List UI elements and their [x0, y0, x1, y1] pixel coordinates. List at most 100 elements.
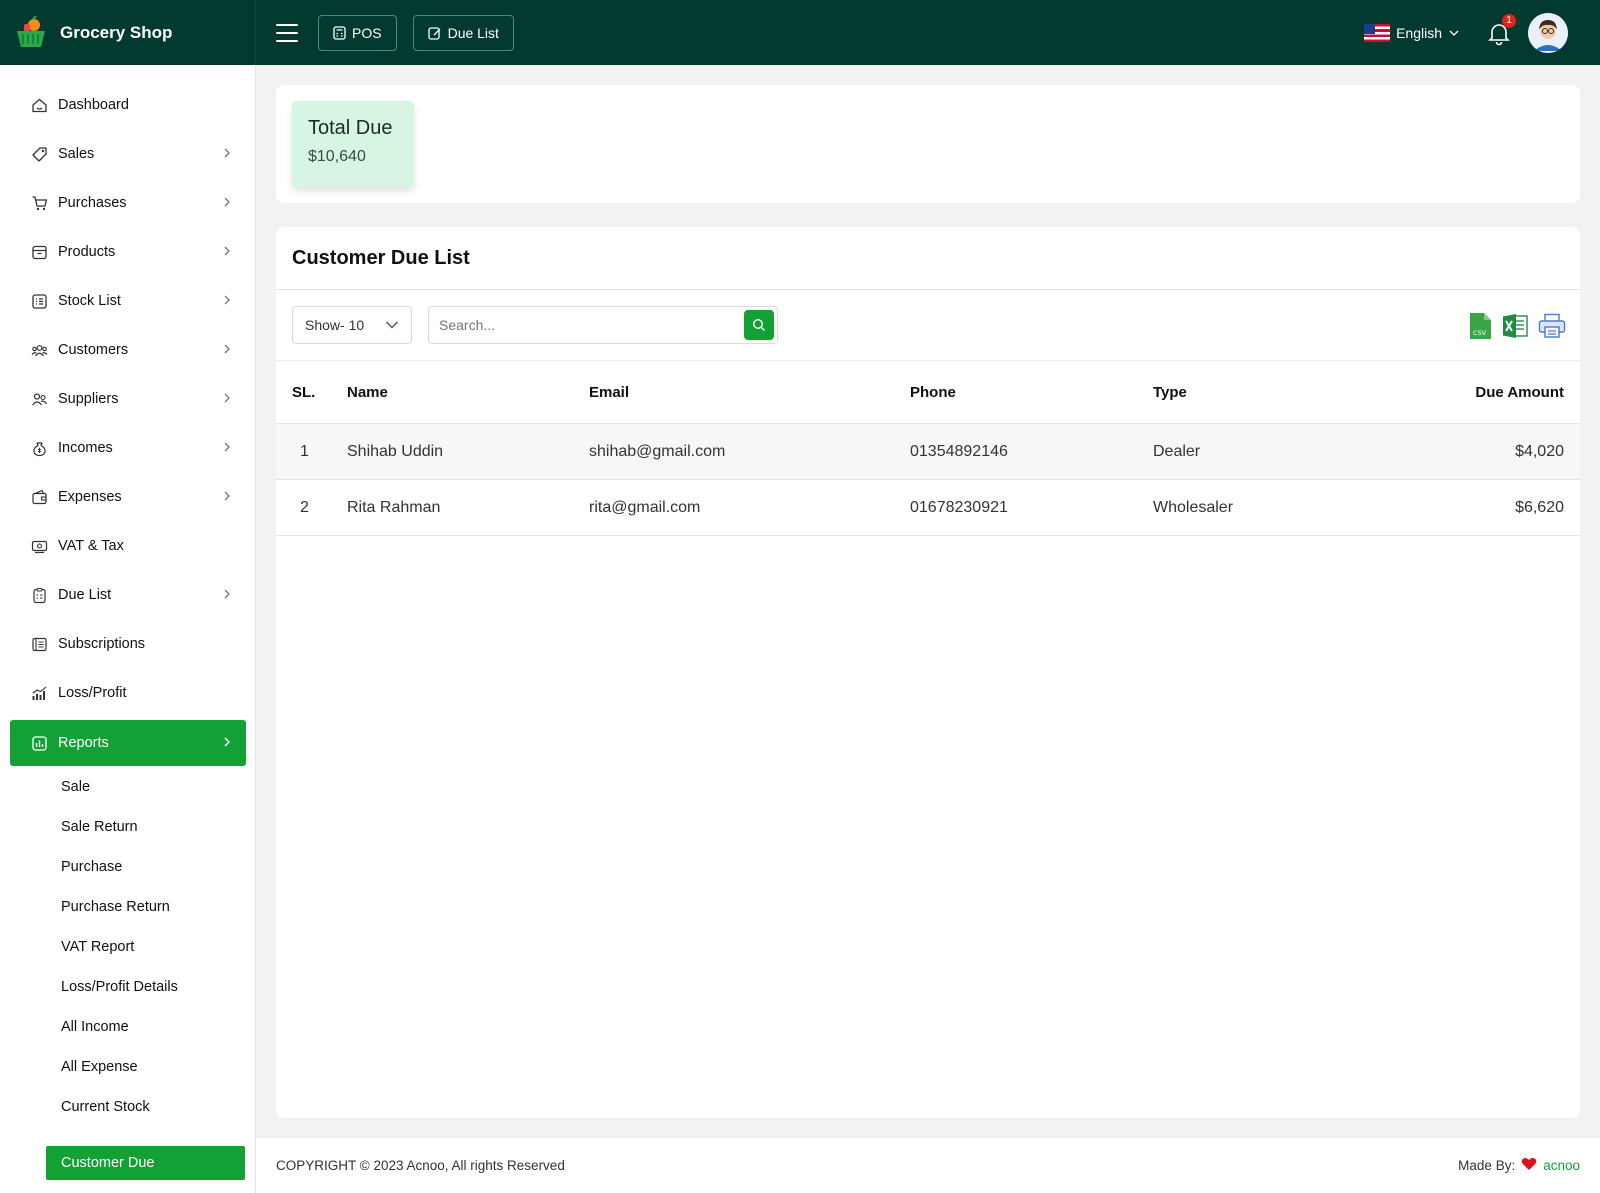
sidebar-item-products[interactable]: Products	[10, 229, 246, 275]
sidebar-item-label: Expenses	[58, 489, 122, 505]
sidebar-item-expenses[interactable]: Expenses	[10, 474, 246, 520]
row-type: Dealer	[1153, 442, 1201, 460]
report-icon	[30, 734, 48, 752]
language-label: English	[1396, 24, 1442, 41]
chevron-down-icon	[386, 321, 398, 329]
search-box	[428, 306, 778, 344]
clipboard-icon	[30, 586, 48, 604]
search-icon	[752, 318, 765, 331]
row-email: rita@gmail.com	[589, 498, 701, 516]
footer: COPYRIGHT © 2023 Acnoo, All rights Reser…	[256, 1138, 1600, 1193]
submenu-item-all-income[interactable]: All Income	[46, 1010, 245, 1044]
cart-icon	[30, 194, 48, 212]
table-row[interactable]: 1 Shihab Uddin shihab@gmail.com 01354892…	[276, 424, 1580, 480]
column-header-email: Email	[589, 383, 630, 401]
menu-toggle-icon[interactable]	[276, 23, 298, 42]
pos-button[interactable]: POS	[318, 14, 397, 51]
supplier-icon	[30, 390, 48, 408]
user-avatar[interactable]	[1528, 12, 1568, 53]
notifications-button[interactable]: 1	[1486, 13, 1516, 46]
us-flag-icon	[1364, 23, 1391, 42]
sidebar-item-dashboard[interactable]: Dashboard	[10, 82, 246, 128]
sidebar-item-label: Dashboard	[58, 97, 129, 113]
chevron-right-icon	[222, 293, 232, 309]
table-row[interactable]: 2 Rita Rahman rita@gmail.com 01678230921…	[276, 480, 1580, 536]
brand[interactable]: Grocery Shop	[0, 0, 256, 65]
sidebar-item-label: Incomes	[58, 440, 113, 456]
due-list-button[interactable]: Due List	[412, 14, 514, 51]
chevron-right-icon	[222, 244, 232, 260]
submenu-item-sale[interactable]: Sale	[46, 770, 245, 804]
chart-bars-icon	[30, 684, 48, 702]
row-due-amount: $6,620	[1515, 498, 1564, 516]
list-icon	[30, 292, 48, 310]
sidebar-item-vat-tax[interactable]: VAT & Tax	[10, 523, 246, 569]
notification-badge: 1	[1502, 13, 1516, 28]
total-due-title: Total Due	[308, 117, 393, 139]
column-header-type: Type	[1153, 383, 1187, 401]
sidebar-item-label: Sales	[58, 146, 95, 162]
row-name: Rita Rahman	[347, 498, 441, 516]
pos-button-label: POS	[352, 24, 382, 41]
search-button[interactable]	[744, 310, 774, 340]
sidebar-item-stock-list[interactable]: Stock List	[10, 278, 246, 324]
chevron-right-icon	[222, 735, 232, 751]
subscription-icon	[30, 635, 48, 653]
sidebar-item-customers[interactable]: Customers	[10, 327, 246, 373]
submenu-item-purchase[interactable]: Purchase	[46, 850, 245, 884]
chevron-right-icon	[222, 195, 232, 211]
chevron-right-icon	[222, 391, 232, 407]
submenu-item-purchase-return[interactable]: Purchase Return	[46, 890, 245, 924]
heart-icon	[1521, 1157, 1537, 1174]
row-due-amount: $4,020	[1515, 442, 1564, 460]
page-size-select[interactable]: Show- 10	[292, 306, 412, 344]
sidebar-item-sales[interactable]: Sales	[10, 131, 246, 177]
sidebar-item-label: Products	[58, 244, 116, 260]
printer-icon[interactable]	[1538, 313, 1566, 344]
due-list-button-label: Due List	[447, 24, 499, 41]
total-due-box: Total Due $10,640	[292, 101, 414, 187]
language-selector[interactable]: English	[1364, 23, 1460, 42]
total-due-value: $10,640	[308, 148, 366, 165]
sidebar-item-incomes[interactable]: Incomes	[10, 425, 246, 471]
excel-export-icon[interactable]	[1502, 313, 1528, 344]
users-icon	[30, 341, 48, 359]
sidebar-item-reports[interactable]: Reports	[10, 720, 246, 766]
sidebar-item-subscriptions[interactable]: Subscriptions	[10, 621, 246, 667]
sidebar-item-suppliers[interactable]: Suppliers	[10, 376, 246, 422]
footer-brand-link[interactable]: acnoo	[1543, 1158, 1580, 1173]
column-header-name: Name	[347, 383, 388, 401]
submenu-item-vat-report[interactable]: VAT Report	[46, 930, 245, 964]
submenu-item-customer-due[interactable]: Customer Due	[46, 1146, 245, 1180]
submenu-item-current-stock[interactable]: Current Stock	[46, 1090, 245, 1124]
app-name: Grocery Shop	[60, 22, 173, 42]
wallet-icon	[30, 488, 48, 506]
submenu-item-sale-return[interactable]: Sale Return	[46, 810, 245, 844]
search-input[interactable]	[429, 307, 739, 343]
sidebar: Dashboard Sales Purchases Products Stock…	[0, 65, 256, 1193]
submenu-item-all-expense[interactable]: All Expense	[46, 1050, 245, 1084]
sidebar-item-purchases[interactable]: Purchases	[10, 180, 246, 226]
page-size-label: Show- 10	[305, 317, 365, 333]
csv-export-icon[interactable]: CSV	[1468, 312, 1492, 345]
column-header-sl: SL.	[292, 383, 316, 401]
sidebar-item-loss-profit[interactable]: Loss/Profit	[10, 670, 246, 716]
sidebar-item-label: Purchases	[58, 195, 127, 211]
chevron-right-icon	[222, 146, 232, 162]
submenu-item-loss-profit-details[interactable]: Loss/Profit Details	[46, 970, 245, 1004]
row-name: Shihab Uddin	[347, 442, 444, 460]
sidebar-item-label: Subscriptions	[58, 636, 146, 652]
banknote-icon	[30, 537, 48, 555]
column-header-phone: Phone	[910, 383, 956, 401]
sidebar-item-label: Suppliers	[58, 391, 119, 407]
chevron-right-icon	[222, 342, 232, 358]
sidebar-item-label: Due List	[58, 587, 112, 603]
top-bar: Grocery Shop POS Due List English 1	[0, 0, 1600, 65]
row-email: shihab@gmail.com	[589, 442, 726, 460]
chevron-down-icon	[1449, 30, 1459, 36]
table-header: SL. Name Email Phone Type Due Amount	[276, 361, 1580, 424]
box-icon	[30, 243, 48, 261]
sidebar-item-due-list[interactable]: Due List	[10, 572, 246, 618]
svg-text:CSV: CSV	[1473, 329, 1487, 337]
export-toolbar: CSV	[1458, 312, 1566, 345]
